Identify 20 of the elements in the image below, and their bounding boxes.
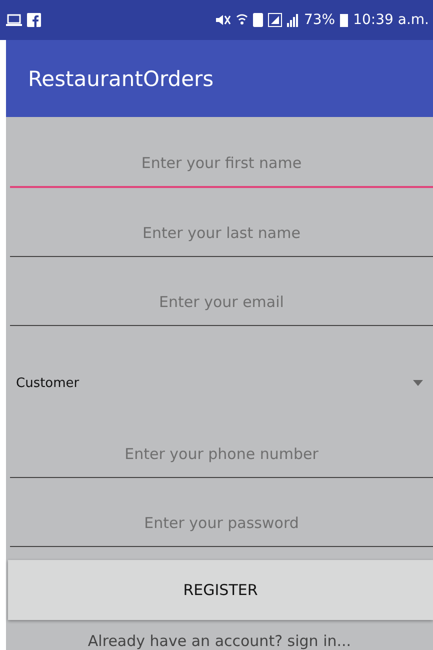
- app-title: RestaurantOrders: [28, 66, 214, 91]
- signal-icon: [268, 13, 282, 28]
- clock: 10:39 a.m.: [353, 12, 429, 28]
- input-field[interactable]: Enter your first name: [10, 131, 433, 188]
- input-field[interactable]: Enter your phone number: [10, 422, 433, 478]
- role-dropdown[interactable]: Customer: [6, 363, 433, 403]
- register-button[interactable]: REGISTER: [8, 560, 433, 620]
- battery-icon: [340, 13, 348, 28]
- mute-icon: [214, 13, 231, 28]
- facebook-icon: [27, 13, 41, 28]
- dropdown-arrow-icon: [413, 380, 423, 386]
- input-field[interactable]: Enter your email: [10, 270, 433, 326]
- battery-percent: 73%: [304, 12, 336, 28]
- input-field[interactable]: Enter your password: [10, 491, 433, 547]
- input-field[interactable]: Enter your last name: [10, 201, 433, 257]
- wifi-icon: [236, 13, 248, 28]
- signal-icon: [286, 13, 299, 28]
- sim-icon: [252, 13, 263, 28]
- laptop-icon: [6, 13, 22, 28]
- sign-in-link[interactable]: Already have an account? sign in...: [6, 632, 433, 650]
